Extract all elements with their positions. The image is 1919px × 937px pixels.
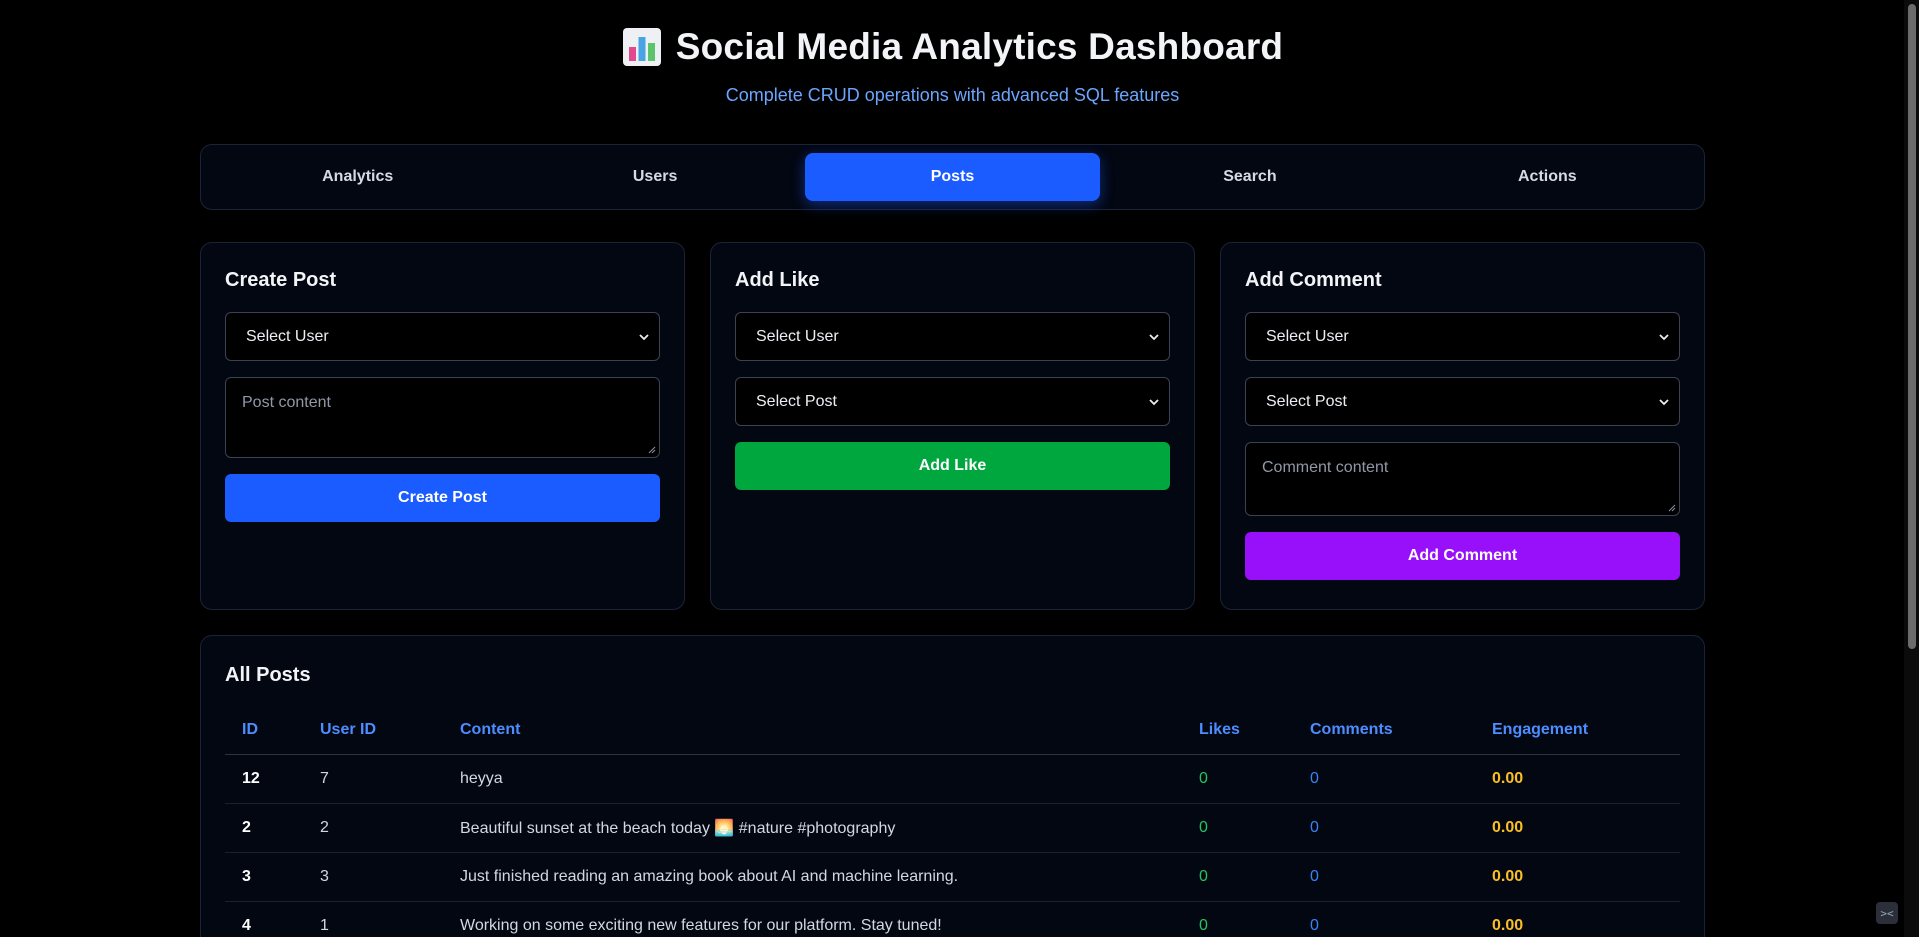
cell-content: Just finished reading an amazing book ab… <box>443 852 1182 902</box>
tab-search[interactable]: Search <box>1102 153 1397 201</box>
chevron-down-icon <box>1149 333 1159 340</box>
cell-engagement: 0.00 <box>1475 852 1680 902</box>
column-header-comments[interactable]: Comments <box>1293 707 1475 755</box>
add-comment-card: Add Comment Select User Select Post Comm… <box>1220 242 1705 610</box>
tab-actions[interactable]: Actions <box>1400 153 1695 201</box>
header: Social Media Analytics Dashboard Complet… <box>200 0 1705 106</box>
cell-content: Working on some exciting new features fo… <box>443 901 1182 937</box>
add-comment-title: Add Comment <box>1245 269 1382 291</box>
add-comment-user-select[interactable]: Select User <box>1245 312 1680 361</box>
cell-comments: 0 <box>1293 901 1475 937</box>
create-post-button[interactable]: Create Post <box>225 474 660 522</box>
all-posts-title: All Posts <box>225 664 311 686</box>
create-post-title: Create Post <box>225 269 337 291</box>
select-value: Select User <box>1266 327 1349 345</box>
tab-bar: Analytics Users Posts Search Actions <box>200 144 1705 210</box>
table-row[interactable]: 12 7 heyya 0 0 0.00 <box>225 754 1680 804</box>
cell-id: 12 <box>225 754 303 804</box>
cell-content: heyya <box>443 754 1182 804</box>
table-header-row: ID User ID Content Likes Comments Engage… <box>225 707 1680 755</box>
table-row[interactable]: 3 3 Just finished reading an amazing boo… <box>225 852 1680 902</box>
cell-comments: 0 <box>1293 803 1475 853</box>
scrollbar-thumb[interactable] <box>1908 4 1916 649</box>
page-scrollbar[interactable] <box>1904 0 1919 937</box>
create-post-user-select[interactable]: Select User <box>225 312 660 361</box>
chevron-down-icon <box>1659 398 1669 405</box>
add-like-card: Add Like Select User Select Post Add Lik… <box>710 242 1195 610</box>
cell-id: 4 <box>225 901 303 937</box>
column-header-id[interactable]: ID <box>225 707 303 755</box>
tab-users[interactable]: Users <box>507 153 802 201</box>
chevron-down-icon <box>1659 333 1669 340</box>
cell-engagement: 0.00 <box>1475 901 1680 937</box>
comment-content-input[interactable]: Comment content <box>1245 442 1680 516</box>
cell-user-id: 1 <box>303 901 443 937</box>
cell-comments: 0 <box>1293 852 1475 902</box>
action-cards: Create Post Select User Post content Cre… <box>200 242 1705 610</box>
cell-id: 2 <box>225 803 303 853</box>
select-value: Select User <box>246 327 329 345</box>
cell-user-id: 3 <box>303 852 443 902</box>
posts-table: ID User ID Content Likes Comments Engage… <box>225 707 1680 937</box>
bar-chart-icon <box>622 27 662 67</box>
cell-engagement: 0.00 <box>1475 754 1680 804</box>
all-posts-card: All Posts ID User ID Content Likes Comme… <box>200 635 1705 937</box>
placeholder: Comment content <box>1262 459 1389 476</box>
post-content-input[interactable]: Post content <box>225 377 660 458</box>
placeholder: Post content <box>242 394 331 411</box>
add-like-user-select[interactable]: Select User <box>735 312 1170 361</box>
cell-likes: 0 <box>1182 803 1293 853</box>
cell-likes: 0 <box>1182 852 1293 902</box>
select-value: Select User <box>756 327 839 345</box>
chevron-down-icon <box>639 333 649 340</box>
cell-user-id: 2 <box>303 803 443 853</box>
cell-likes: 0 <box>1182 901 1293 937</box>
column-header-engagement[interactable]: Engagement <box>1475 707 1680 755</box>
add-like-post-select[interactable]: Select Post <box>735 377 1170 426</box>
add-like-button[interactable]: Add Like <box>735 442 1170 490</box>
tab-analytics[interactable]: Analytics <box>210 153 505 201</box>
column-header-likes[interactable]: Likes <box>1182 707 1293 755</box>
add-like-title: Add Like <box>735 269 820 291</box>
table-row[interactable]: 4 1 Working on some exciting new feature… <box>225 901 1680 937</box>
cell-comments: 0 <box>1293 754 1475 804</box>
table-row[interactable]: 2 2 Beautiful sunset at the beach today … <box>225 803 1680 853</box>
chevron-down-icon <box>1149 398 1159 405</box>
tab-posts[interactable]: Posts <box>804 153 1101 201</box>
cell-engagement: 0.00 <box>1475 803 1680 853</box>
add-comment-button[interactable]: Add Comment <box>1245 532 1680 580</box>
page-title: Social Media Analytics Dashboard <box>675 26 1284 67</box>
resize-grip-icon[interactable] <box>1668 504 1676 512</box>
column-header-user-id[interactable]: User ID <box>303 707 443 755</box>
dev-tools-icon[interactable]: >< <box>1876 902 1898 924</box>
select-value: Select Post <box>1266 392 1347 410</box>
cell-id: 3 <box>225 852 303 902</box>
page-subtitle: Complete CRUD operations with advanced S… <box>725 85 1180 105</box>
dashboard-page: Social Media Analytics Dashboard Complet… <box>200 0 1705 937</box>
resize-grip-icon[interactable] <box>648 446 656 454</box>
cell-content: Beautiful sunset at the beach today 🌅 #n… <box>443 803 1182 853</box>
add-comment-post-select[interactable]: Select Post <box>1245 377 1680 426</box>
select-value: Select Post <box>756 392 837 410</box>
column-header-content[interactable]: Content <box>443 707 1182 755</box>
create-post-card: Create Post Select User Post content Cre… <box>200 242 685 610</box>
cell-user-id: 7 <box>303 754 443 804</box>
cell-likes: 0 <box>1182 754 1293 804</box>
